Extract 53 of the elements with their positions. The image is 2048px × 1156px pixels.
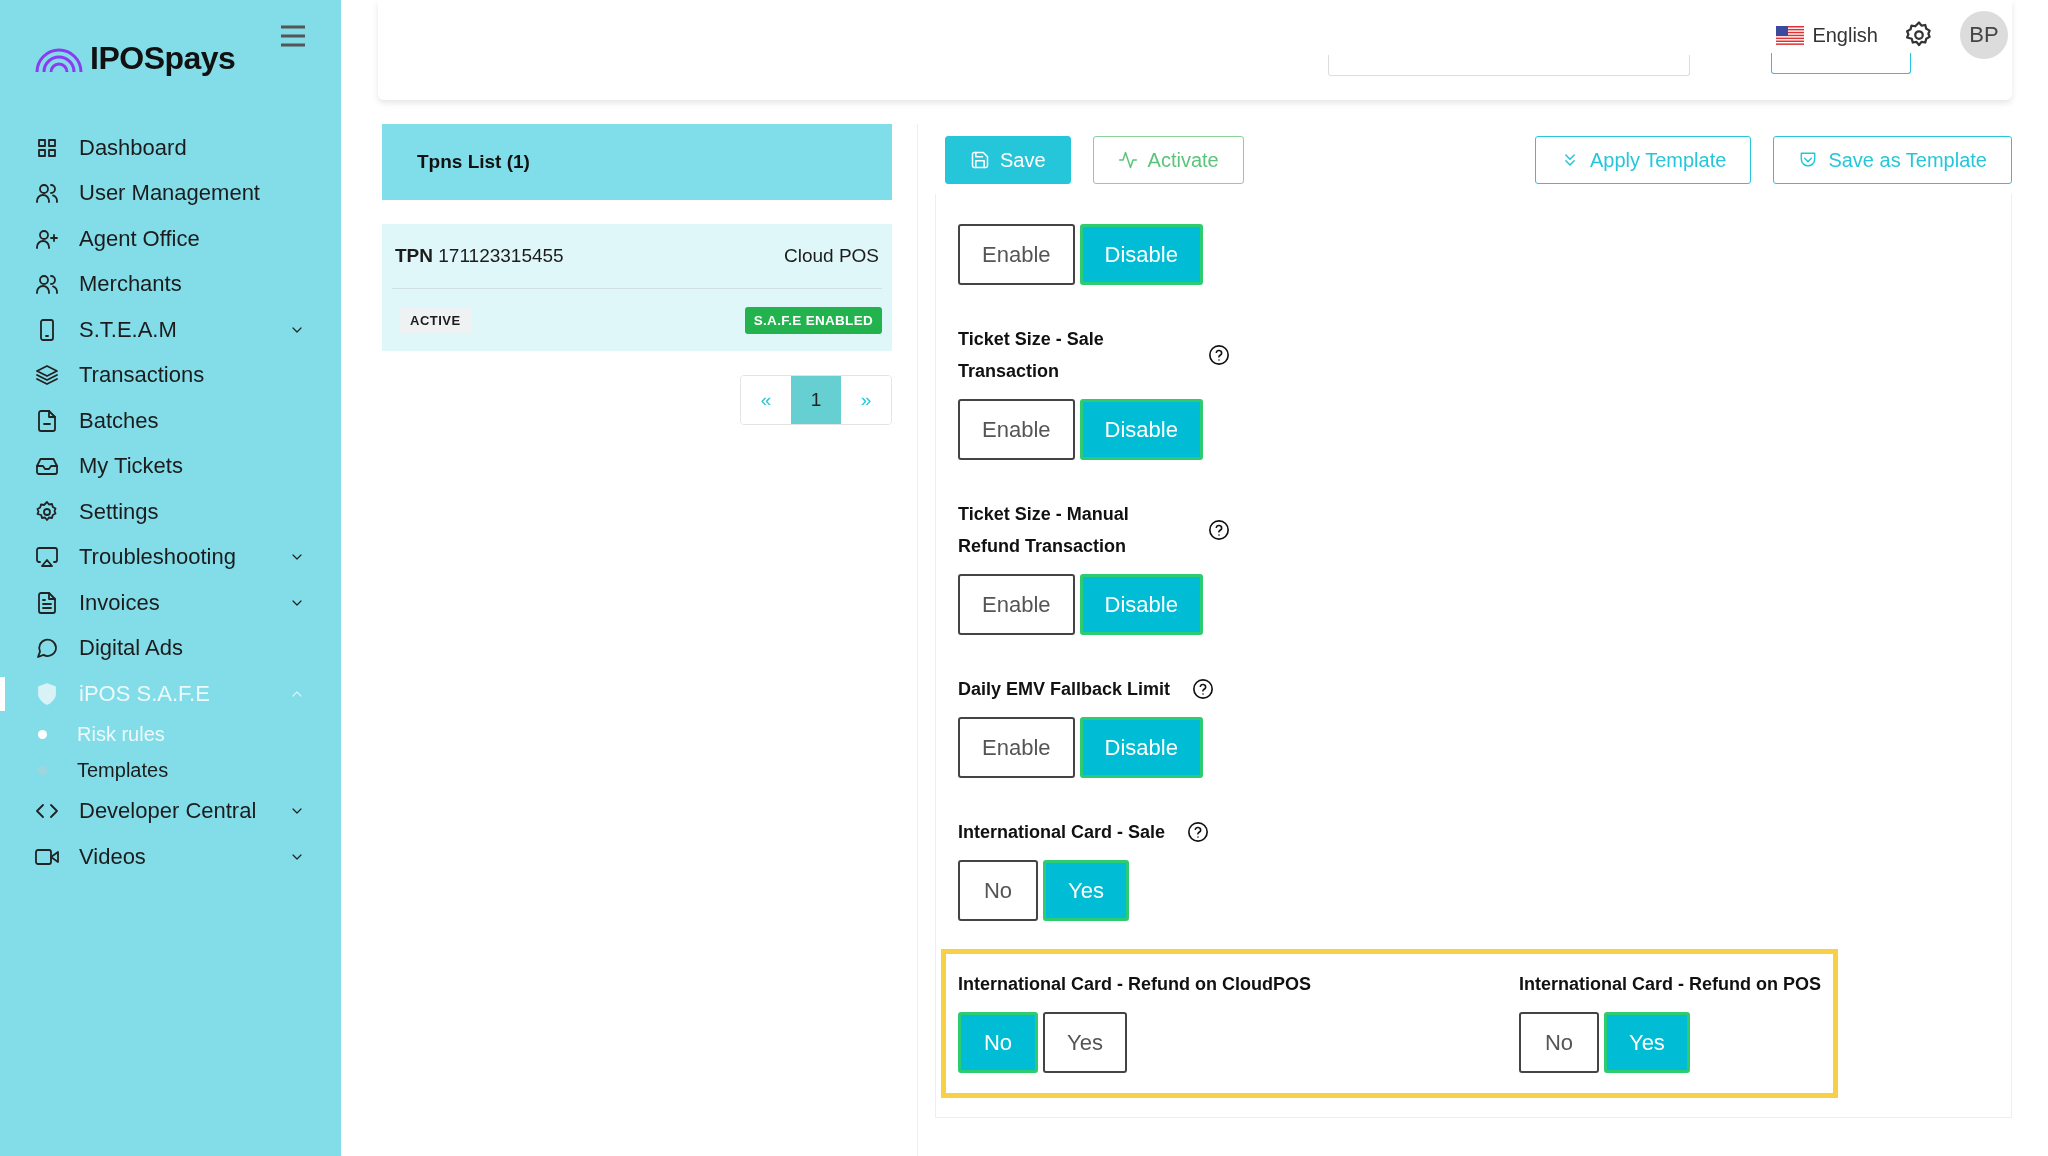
setting-label: International Card - Refund on CloudPOS xyxy=(958,973,1311,996)
sidebar-item[interactable]: Videos xyxy=(0,834,341,880)
shield-icon xyxy=(35,681,59,706)
safe-badge: S.A.F.E ENABLED xyxy=(744,306,882,334)
search-field[interactable] xyxy=(1328,55,1690,76)
language-selector[interactable]: English xyxy=(1776,23,1878,47)
document-icon xyxy=(35,590,59,615)
users-icon xyxy=(35,181,59,206)
list-header: Tpns List (1) xyxy=(382,124,892,200)
avatar[interactable]: BP xyxy=(1960,11,2008,59)
option-button[interactable]: No xyxy=(1519,1012,1599,1073)
document-icon xyxy=(35,408,59,433)
layers-icon xyxy=(35,363,59,388)
option-button[interactable]: Enable xyxy=(958,399,1075,460)
sidebar-item[interactable]: S.T.E.A.M xyxy=(0,307,341,353)
setting-label: International Card - Sale xyxy=(958,821,1166,844)
monitor-icon xyxy=(35,545,59,570)
pulse-icon xyxy=(1117,150,1138,170)
sidebar-item[interactable]: Invoices xyxy=(0,580,341,626)
setting-label: Ticket Size - Sale Transaction xyxy=(958,328,1105,383)
sidebar-subitem[interactable]: Templates xyxy=(0,752,341,789)
users-icon xyxy=(35,272,59,297)
sidebar-item[interactable]: Settings xyxy=(0,489,341,535)
sidebar-item[interactable]: User Management xyxy=(0,170,341,216)
sidebar-item[interactable]: Developer Central xyxy=(0,788,341,834)
status-badge: ACTIVE xyxy=(400,306,471,334)
sidebar-item[interactable]: Agent Office xyxy=(0,216,341,262)
settings-icon xyxy=(35,499,59,524)
sidebar-item[interactable]: Transactions xyxy=(0,352,341,398)
save-icon xyxy=(970,150,990,170)
tpn-card[interactable]: TPN 171123315455 Cloud POS ACTIVE S.A.F.E ENABLED xyxy=(382,224,892,351)
bullet-icon xyxy=(38,766,47,775)
option-button[interactable]: Yes xyxy=(1043,1012,1127,1073)
bullet-icon xyxy=(38,730,47,739)
option-button[interactable]: Enable xyxy=(958,224,1075,285)
flag-icon xyxy=(1776,25,1805,45)
option-button[interactable]: Enable xyxy=(958,574,1075,635)
page-button[interactable]: 1 xyxy=(791,376,841,424)
setting-label: Ticket Size - Manual Refund Transaction xyxy=(958,503,1130,558)
sidebar-item[interactable]: Batches xyxy=(0,398,341,444)
tpn-number: TPN 171123315455 xyxy=(395,245,564,267)
sidebar-item[interactable]: Dashboard xyxy=(0,125,341,171)
chat-icon xyxy=(35,636,59,661)
setting-label: International Card - Refund on POS xyxy=(1519,973,1821,996)
sidebar-item[interactable]: Digital Ads xyxy=(0,625,341,671)
device-type: Cloud POS xyxy=(783,245,879,267)
option-button[interactable]: No xyxy=(958,860,1038,921)
logo-text: IPOSpays xyxy=(90,40,236,77)
sidebar-item[interactable]: My Tickets xyxy=(0,443,341,489)
sidebar-item[interactable]: Troubleshooting xyxy=(0,534,341,580)
setting-label: Daily EMV Fallback Limit xyxy=(958,678,1171,701)
option-button[interactable]: Enable xyxy=(958,717,1075,778)
sidebar-item[interactable]: Merchants xyxy=(0,261,341,307)
